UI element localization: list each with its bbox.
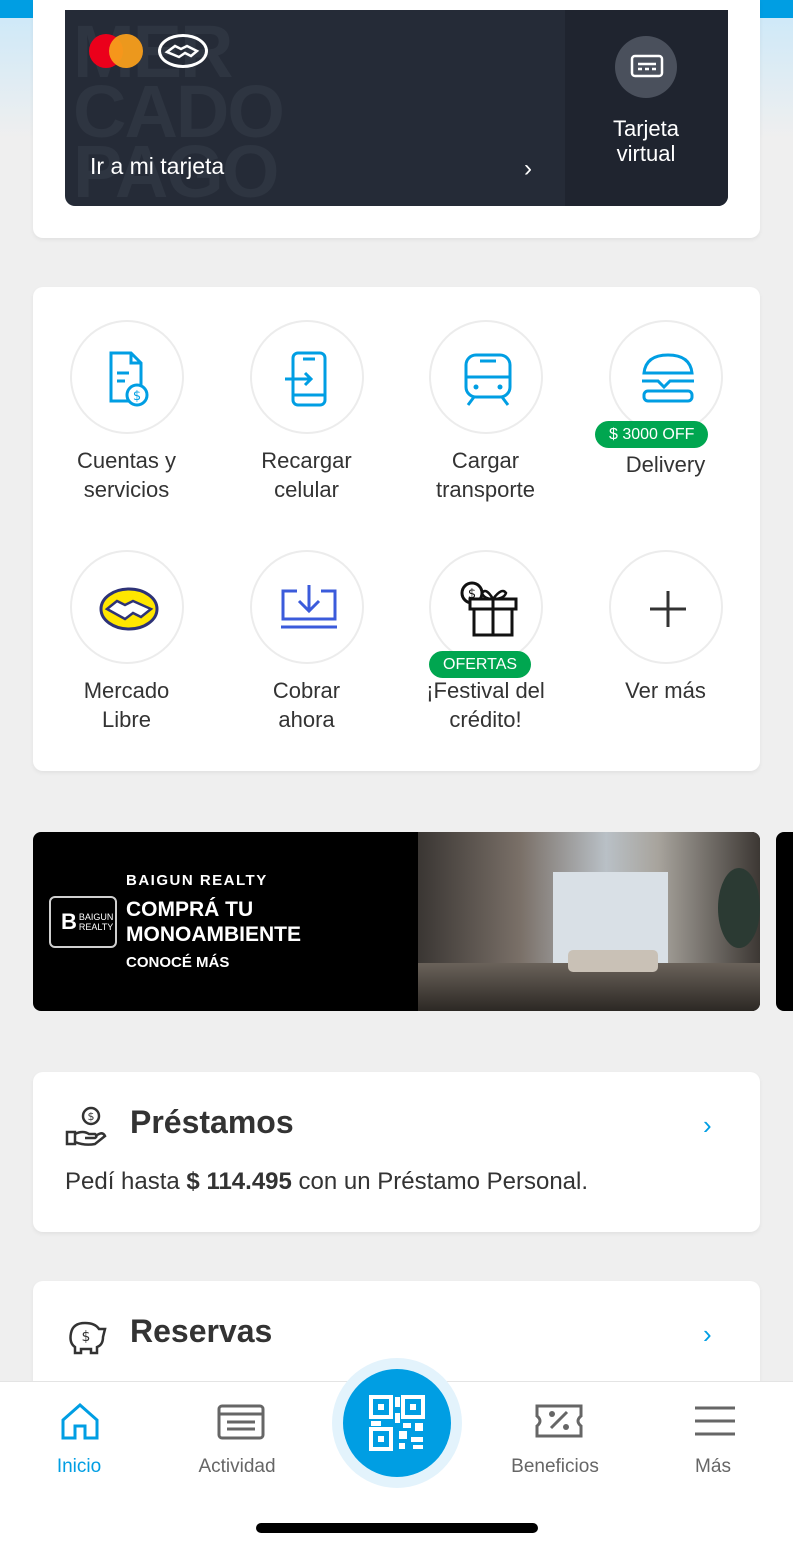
banner-brand: BAIGUN REALTY — [126, 872, 268, 889]
shortcut-recharge-line2: celular — [274, 477, 339, 502]
shortcut-recharge-label: Recargar celular — [213, 446, 400, 504]
loan-hand-icon: $ — [65, 1106, 107, 1146]
train-icon — [464, 353, 512, 406]
shortcut-bills-label: Cuentas y servicios — [33, 446, 220, 504]
nav-more-label: Más — [695, 1456, 731, 1477]
menu-icon — [695, 1406, 735, 1436]
shortcut-see-more-line1: Ver más — [625, 678, 706, 703]
qr-icon — [369, 1395, 425, 1451]
svg-text:$: $ — [88, 1110, 95, 1123]
qr-scan-button[interactable] — [343, 1369, 451, 1477]
banner-headline-line1: COMPRÁ TU — [126, 898, 254, 921]
shortcut-delivery-label: Delivery — [572, 450, 759, 479]
shortcut-recharge-circle — [250, 320, 364, 434]
shortcut-mercado-libre-label: Mercado Libre — [33, 676, 220, 734]
download-tray-icon — [281, 585, 337, 629]
home-screen: MER CADO PAGO Ir a mi tarjeta › Tarjeta … — [0, 0, 793, 1550]
benefits-icon — [535, 1404, 583, 1438]
chevron-right-icon[interactable]: › — [703, 1110, 712, 1141]
burger-icon — [642, 353, 694, 403]
loans-description: Pedí hasta $ 114.495 con un Préstamo Per… — [65, 1168, 588, 1196]
shortcut-bills-circle: $ — [70, 320, 184, 434]
shortcut-mercado-libre-line2: Libre — [102, 707, 151, 732]
shortcut-bills-line1: Cuentas y — [76, 448, 177, 473]
baigun-logo-text-1: BAIGUN — [78, 912, 114, 922]
gift-icon: $ — [460, 581, 518, 637]
shortcut-collect-now-line1: Cobrar — [272, 678, 341, 703]
offers-badge: OFERTAS — [429, 651, 532, 678]
piggy-bank-icon: $ — [69, 1321, 107, 1355]
discount-badge: $ 3000 OFF — [595, 421, 709, 448]
chevron-right-icon: › — [524, 155, 532, 182]
virtual-card-label[interactable]: Tarjeta virtual — [585, 116, 707, 166]
nav-activity-label: Actividad — [198, 1456, 276, 1477]
shortcuts-card: $ Cuentas y servicios Recargar celular C… — [33, 287, 760, 771]
home-indicator — [256, 1523, 538, 1533]
shortcut-credit-festival-label: ¡Festival del crédito! — [392, 676, 579, 734]
promo-banner[interactable]: B BAIGUN REALTY BAIGUN REALTY COMPRÁ TU M… — [33, 832, 760, 1011]
shortcut-mercado-libre-circle — [70, 550, 184, 664]
mastercard-icon — [89, 34, 145, 68]
apartment-photo — [418, 832, 760, 1011]
shortcut-credit-festival-line1: ¡Festival del — [426, 678, 545, 703]
bill-payment-icon: $ — [109, 351, 149, 407]
shortcut-delivery-line1: Delivery — [625, 452, 706, 477]
next-banner-peek[interactable] — [776, 832, 793, 1011]
phone-recharge-icon — [285, 351, 327, 407]
loans-amount: $ 114.495 — [186, 1168, 292, 1195]
shortcut-credit-festival-circle: $ — [429, 550, 543, 664]
shortcut-transport-circle — [429, 320, 543, 434]
plus-icon — [650, 591, 686, 627]
virtual-card-label-line2: virtual — [616, 141, 676, 166]
virtual-card-icon — [630, 54, 664, 78]
bottom-navigation: Inicio Actividad Beneficios Más — [0, 1358, 793, 1550]
nav-home-label: Inicio — [56, 1456, 102, 1477]
shortcut-transport-line1: Cargar — [451, 448, 520, 473]
svg-text:$: $ — [133, 389, 141, 404]
loans-text-before: Pedí hasta — [65, 1168, 187, 1195]
loans-text-after: con un Préstamo Personal. — [291, 1168, 589, 1195]
nav-benefits-label: Beneficios — [511, 1456, 599, 1477]
loans-card[interactable]: $ Préstamos › Pedí hasta $ 114.495 con u… — [33, 1072, 760, 1232]
shortcut-collect-now-circle — [250, 550, 364, 664]
activity-icon — [217, 1404, 265, 1440]
virtual-card-label-line1: Tarjeta — [612, 116, 680, 141]
shortcut-transport-label: Cargar transporte — [392, 446, 579, 504]
virtual-card-button[interactable] — [615, 36, 677, 98]
shortcut-see-more-circle — [609, 550, 723, 664]
shortcut-see-more-label: Ver más — [572, 676, 759, 705]
loans-title: Préstamos — [130, 1104, 294, 1140]
shortcut-credit-festival-line2: crédito! — [449, 707, 522, 732]
mercado-libre-icon — [99, 587, 159, 631]
shortcut-mercado-libre-line1: Mercado — [83, 678, 170, 703]
card-section: MER CADO PAGO Ir a mi tarjeta › Tarjeta … — [33, 0, 760, 238]
banner-cta[interactable]: CONOCÉ MÁS — [126, 954, 229, 971]
shortcut-collect-now-line2: ahora — [278, 707, 335, 732]
baigun-logo-text-2: REALTY — [78, 922, 114, 932]
shortcut-bills-line2: servicios — [83, 477, 170, 502]
svg-text:$: $ — [82, 1329, 91, 1345]
home-icon — [61, 1402, 99, 1440]
banner-headline-line2: MONOAMBIENTE — [126, 923, 301, 946]
shortcut-transport-line2: transporte — [435, 477, 536, 502]
shortcut-recharge-line1: Recargar — [261, 448, 352, 473]
go-to-card-link[interactable]: Ir a mi tarjeta — [90, 153, 224, 180]
credit-card[interactable]: MER CADO PAGO Ir a mi tarjeta › Tarjeta … — [65, 10, 728, 206]
banner-headline: COMPRÁ TU MONOAMBIENTE — [126, 897, 416, 947]
shortcut-delivery-circle — [609, 320, 723, 434]
reserves-title: Reservas — [130, 1313, 273, 1349]
chevron-right-icon[interactable]: › — [703, 1319, 712, 1350]
handshake-logo-icon — [158, 34, 208, 68]
baigun-logo: B BAIGUN REALTY — [49, 896, 117, 948]
shortcut-collect-now-label: Cobrar ahora — [213, 676, 400, 734]
